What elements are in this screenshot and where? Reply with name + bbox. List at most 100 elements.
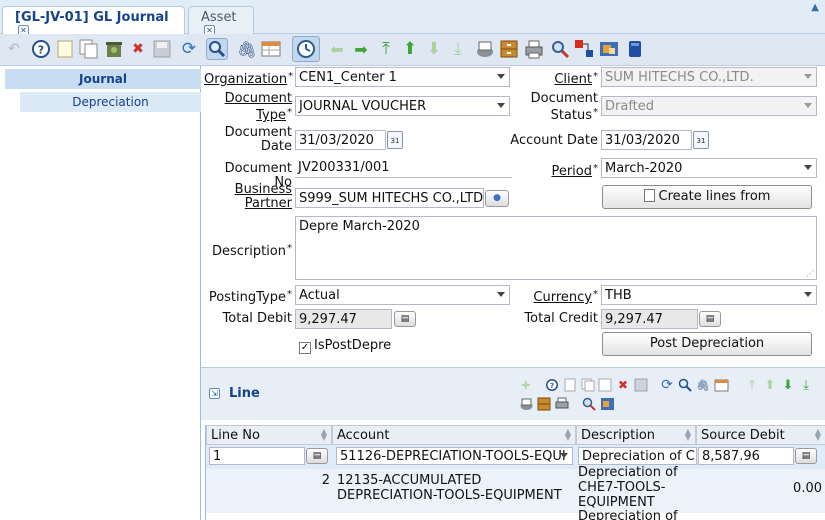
delete-icon[interactable]: ✖ [615, 377, 631, 393]
calculator-button[interactable]: ▤ [394, 311, 416, 327]
new-record-icon[interactable] [562, 377, 578, 393]
report-icon[interactable] [518, 396, 534, 412]
period-select[interactable]: March-2020 [601, 158, 817, 178]
down-icon[interactable]: ⬇ [780, 377, 796, 393]
chevron-down-icon[interactable] [560, 453, 568, 458]
calculator-button[interactable]: ▤ [795, 448, 817, 464]
save-icon[interactable] [151, 38, 173, 60]
column-header-account[interactable]: Account ▲ ▼ [332, 425, 576, 445]
chevron-down-icon[interactable] [804, 103, 812, 108]
zoom-across-icon[interactable] [549, 38, 571, 60]
archive-icon[interactable] [536, 396, 552, 412]
checkmark-icon[interactable]: ✓ [299, 342, 311, 354]
document-no-field[interactable]: JV200331/001 [295, 158, 512, 178]
help-icon[interactable]: ? [544, 377, 560, 393]
post-depreciation-button[interactable]: Post Depreciation [602, 332, 812, 356]
line-no-input[interactable]: 1 [209, 447, 305, 465]
description-textarea[interactable]: Depre March-2020 ⋰ [295, 216, 817, 280]
grid-toggle-icon[interactable] [260, 38, 282, 60]
tab-gl-journal[interactable]: [GL-JV-01] GL Journal ✕ [2, 6, 185, 36]
table-row[interactable]: Depreciation of [206, 509, 825, 520]
is-post-depre-checkbox[interactable]: ✓ IsPostDepre [299, 338, 391, 354]
copy-record-icon[interactable] [580, 377, 596, 393]
account-date-value: 31/03/2020 [605, 133, 680, 148]
last-icon[interactable]: ⤓ [798, 377, 814, 393]
calculator-button[interactable]: ▤ [306, 448, 328, 464]
next-icon[interactable]: ➡ [350, 38, 372, 60]
search-partner-button[interactable]: ● [485, 190, 509, 207]
last-icon[interactable]: ⤓ [447, 38, 469, 60]
document-type-select[interactable]: JOURNAL VOUCHER [295, 96, 510, 116]
description-input[interactable]: Depreciation of CH [578, 447, 697, 465]
zoom-across-icon[interactable] [581, 396, 597, 412]
chevron-down-icon[interactable] [804, 74, 812, 79]
print-icon[interactable] [554, 396, 570, 412]
down-icon[interactable]: ⬇ [423, 38, 445, 60]
collapse-icon[interactable]: ⇲ [209, 388, 220, 399]
delete-icon[interactable]: ✖ [127, 38, 149, 60]
sort-icon[interactable]: ▲ ▼ [565, 428, 571, 442]
sort-icon[interactable]: ▲ ▼ [321, 428, 327, 442]
workflow-icon[interactable] [573, 38, 595, 60]
account-select[interactable]: 51126-DEPRECIATION-TOOLS-EQUI [336, 447, 573, 465]
client-select[interactable]: SUM HITECHS CO.,LTD. [601, 67, 817, 87]
refresh-icon[interactable]: ⟳ [178, 38, 200, 60]
up-icon[interactable]: ⬆ [399, 38, 421, 60]
up-icon[interactable]: ⬆ [762, 377, 778, 393]
source-debit-input[interactable]: 8,587.96 [698, 447, 794, 465]
table-row[interactable]: 2 12135-ACCUMULATED DEPRECIATION-TOOLS-EQ… [206, 465, 825, 513]
sidebar-item-journal[interactable]: Journal [5, 69, 201, 89]
archive-icon[interactable] [498, 38, 520, 60]
tab-asset[interactable]: Asset ✕ [188, 6, 254, 36]
previous-icon[interactable]: ⬅ [326, 38, 348, 60]
organization-select[interactable]: CEN1_Center 1 [295, 67, 510, 87]
chevron-down-icon[interactable] [497, 103, 505, 108]
calendar-icon[interactable]: 31 [693, 131, 709, 149]
document-status-select[interactable]: Drafted [601, 96, 817, 116]
copy-record-icon[interactable] [78, 38, 100, 60]
copy-details-icon[interactable] [597, 377, 613, 393]
document-date-field[interactable]: 31/03/2020 [295, 130, 386, 150]
tab-scroll-icon[interactable]: ▲ [811, 2, 819, 13]
recycle-icon[interactable] [103, 38, 125, 60]
first-icon[interactable]: ⤒ [375, 38, 397, 60]
grid-toggle-icon[interactable] [713, 377, 729, 393]
attachment-icon[interactable]: 🖇 [695, 377, 711, 393]
chevron-down-icon[interactable] [804, 292, 812, 297]
request-icon[interactable] [598, 38, 620, 60]
print-icon[interactable] [523, 38, 545, 60]
find-icon[interactable] [677, 377, 693, 393]
business-partner-field[interactable]: S999_SUM HITECHS CO.,LTD. [295, 188, 484, 208]
product-info-icon[interactable] [624, 38, 646, 60]
request-icon[interactable] [599, 396, 615, 412]
calendar-icon[interactable]: 31 [387, 131, 403, 149]
resize-grip-icon[interactable]: ⋰ [806, 269, 814, 278]
new-record-icon[interactable] [54, 38, 76, 60]
column-header-source-debit[interactable]: Source Debit ▲ ▼ [696, 425, 825, 445]
calculator-button[interactable]: ▤ [699, 311, 721, 327]
attachment-icon[interactable]: 🖇 [236, 38, 258, 60]
chevron-down-icon[interactable] [804, 165, 812, 170]
first-icon[interactable]: ⤒ [744, 377, 760, 393]
chevron-down-icon[interactable] [497, 74, 505, 79]
sort-icon[interactable]: ▲ ▼ [815, 428, 821, 442]
account-date-field[interactable]: 31/03/2020 [601, 130, 692, 150]
currency-select[interactable]: THB [601, 285, 817, 305]
new-icon[interactable]: ✚ [518, 377, 534, 393]
help-icon[interactable]: ? [30, 38, 52, 60]
document-type-label: Document Type* [224, 91, 292, 123]
sort-icon[interactable]: ▲ ▼ [685, 428, 691, 442]
create-lines-from-button[interactable]: Create lines from [602, 185, 812, 209]
column-header-description[interactable]: Description ▲ ▼ [576, 425, 696, 445]
history-icon[interactable] [292, 36, 320, 62]
sidebar-item-depreciation[interactable]: Depreciation [20, 92, 201, 112]
save-icon[interactable] [633, 377, 649, 393]
column-header-line-no[interactable]: Line No ▲ ▼ [206, 425, 332, 445]
report-icon[interactable] [474, 38, 496, 60]
chevron-down-icon[interactable] [497, 292, 505, 297]
table-row[interactable]: 1 ▤ 51126-DEPRECIATION-TOOLS-EQUI Deprec… [206, 445, 825, 469]
posting-type-select[interactable]: Actual [295, 285, 510, 305]
refresh-icon[interactable]: ⟳ [659, 377, 675, 393]
undo-icon[interactable]: ↶ [3, 38, 25, 60]
find-icon[interactable] [206, 38, 228, 60]
